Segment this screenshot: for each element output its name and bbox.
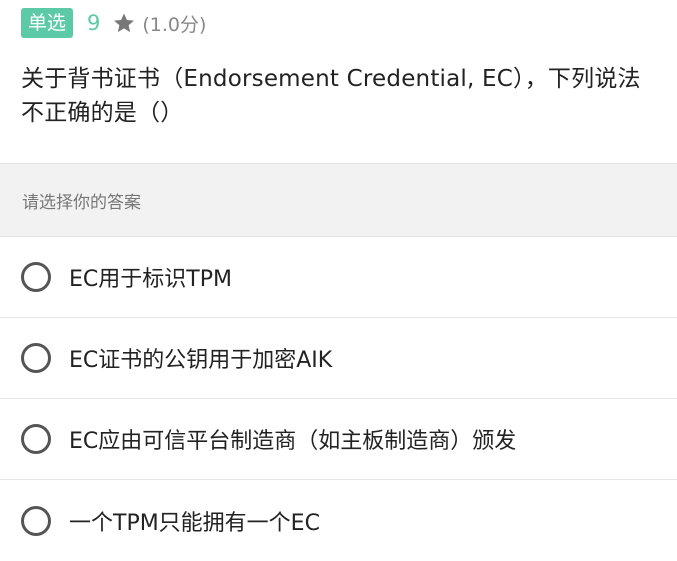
options-list: EC用于标识TPM EC证书的公钥用于加密AIK EC应由可信平台制造商（如主板… [0, 237, 677, 561]
question-meta: 单选 9 (1.0分) [21, 8, 206, 38]
radio-unchecked-icon[interactable] [21, 262, 51, 292]
radio-unchecked-icon[interactable] [21, 505, 51, 536]
question-type-badge: 单选 [21, 8, 74, 38]
option-d[interactable]: 一个TPM只能拥有一个EC [0, 480, 677, 561]
option-label: EC用于标识TPM [69, 267, 232, 292]
option-b[interactable]: EC证书的公钥用于加密AIK [0, 318, 677, 399]
radio-unchecked-icon[interactable] [21, 424, 51, 454]
option-a[interactable]: EC用于标识TPM [0, 237, 677, 318]
star-icon[interactable] [112, 11, 136, 35]
option-c[interactable]: EC应由可信平台制造商（如主板制造商）颁发 [0, 399, 677, 480]
question-text: 关于背书证书（Endorsement Credential, EC），下列说法不… [21, 66, 641, 126]
question-header: 单选 9 (1.0分) 关于背书证书（Endorsement Credentia… [0, 0, 677, 163]
option-label: 一个TPM只能拥有一个EC [69, 510, 320, 536]
radio-unchecked-icon[interactable] [21, 343, 51, 373]
question-number: 9 [87, 11, 101, 35]
option-label: EC证书的公钥用于加密AIK [69, 348, 333, 373]
answer-prompt-bar: 请选择你的答案 [0, 163, 677, 237]
option-label: EC应由可信平台制造商（如主板制造商）颁发 [69, 429, 517, 454]
question-score: (1.0分) [142, 13, 207, 36]
answer-prompt: 请选择你的答案 [22, 192, 141, 213]
